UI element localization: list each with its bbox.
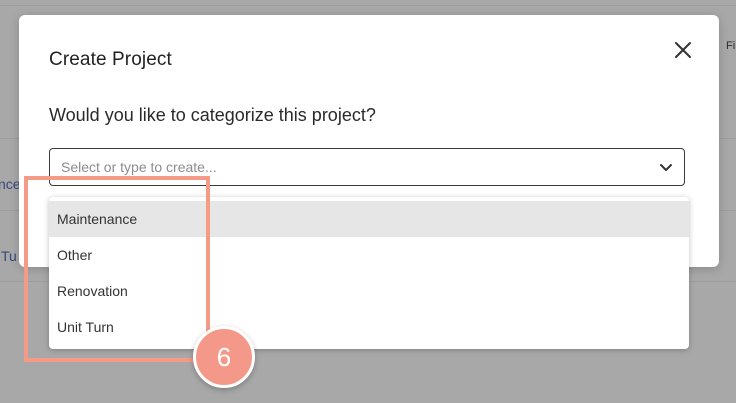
modal-title: Create Project	[49, 49, 172, 70]
dropdown-option-other[interactable]: Other	[49, 237, 689, 273]
chevron-down-icon[interactable]	[658, 159, 674, 175]
dropdown-option-unit-turn[interactable]: Unit Turn	[49, 309, 689, 345]
tutorial-step-badge: 6	[193, 326, 255, 388]
close-icon	[675, 42, 691, 58]
category-select-input[interactable]	[61, 149, 621, 184]
background-divider	[0, 5, 736, 6]
background-column-label: Fi	[726, 40, 736, 52]
dropdown-option-renovation[interactable]: Renovation	[49, 273, 689, 309]
dropdown-option-maintenance[interactable]: Maintenance	[49, 201, 689, 237]
close-button[interactable]	[671, 38, 695, 62]
category-dropdown-menu: Maintenance Other Renovation Unit Turn	[49, 197, 689, 349]
background-row-label: nce	[0, 176, 21, 192]
category-question: Would you like to categorize this projec…	[49, 105, 376, 125]
category-select[interactable]	[49, 148, 685, 186]
background-row-label: Tu	[1, 248, 17, 264]
